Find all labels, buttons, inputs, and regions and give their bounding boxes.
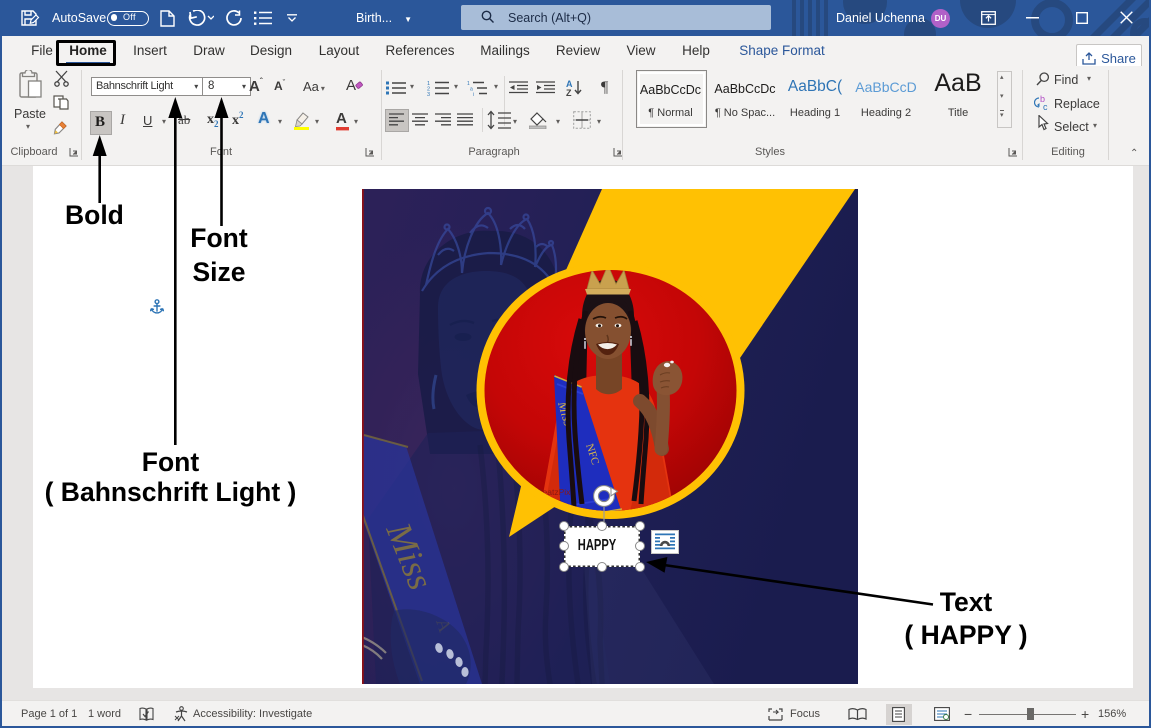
svg-text:c: c [1043, 102, 1048, 111]
svg-text:Z: Z [566, 88, 572, 97]
svg-text:3: 3 [427, 92, 430, 96]
svg-text:i: i [473, 92, 474, 96]
